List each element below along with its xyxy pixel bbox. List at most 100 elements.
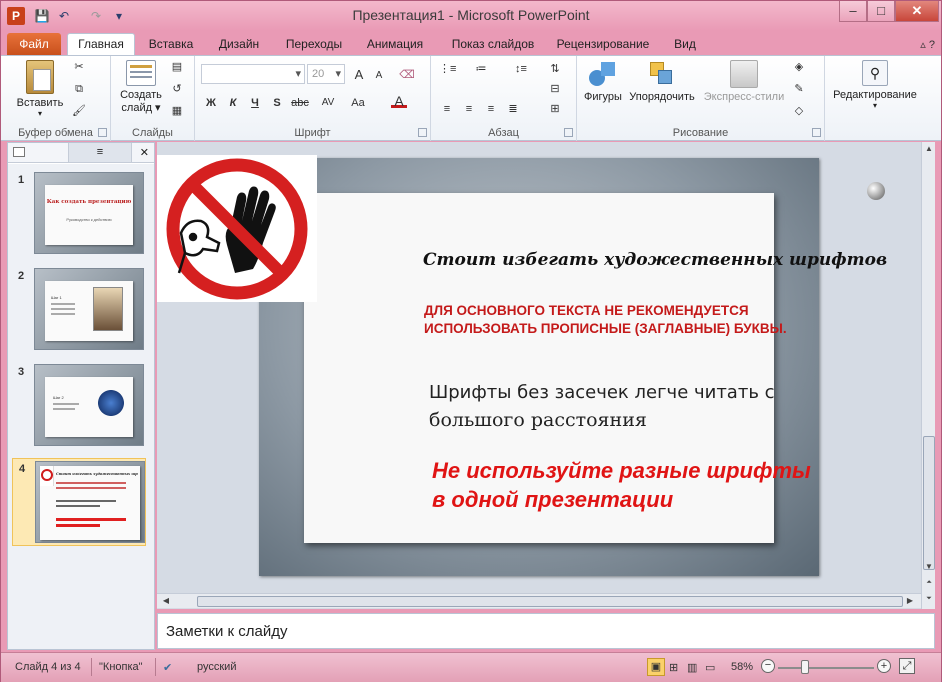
align-left-icon[interactable]: ≡ — [439, 102, 455, 116]
scroll-right-icon[interactable]: ▶ — [903, 594, 917, 608]
tab-animation[interactable]: Анимация — [361, 35, 429, 55]
tab-slideshow[interactable]: Показ слайдов — [445, 35, 541, 55]
tab-insert[interactable]: Вставка — [143, 35, 199, 55]
reset-icon[interactable]: ↺ — [169, 82, 185, 96]
layout-icon[interactable]: ▤ — [169, 60, 185, 74]
tab-file[interactable]: Файл — [7, 33, 61, 55]
scroll-down-icon[interactable]: ▼ — [922, 560, 936, 574]
align-text-icon[interactable]: ⊟ — [547, 82, 563, 96]
tab-review[interactable]: Рецензирование — [553, 35, 653, 55]
slide-sorter-icon[interactable]: ⊞ — [669, 661, 678, 674]
zoom-slider[interactable] — [778, 667, 874, 669]
text-direction-icon[interactable]: ⇅ — [547, 62, 563, 76]
slide-thumbnail-4[interactable]: 4 Стоит избегать художественных шрифтов — [12, 458, 146, 546]
slides-tab-icon[interactable] — [13, 147, 25, 157]
cut-icon[interactable]: ✂ — [71, 60, 87, 74]
font-family-dropdown-icon[interactable]: ▾ — [295, 65, 301, 83]
paste-button[interactable]: Вставить ▾ — [13, 60, 67, 118]
slideshow-view-icon[interactable]: ▭ — [705, 661, 715, 674]
paragraph-launcher-icon[interactable] — [564, 128, 573, 137]
scroll-left-icon[interactable]: ◀ — [159, 594, 173, 608]
shape-outline-icon[interactable]: ✎ — [791, 82, 807, 96]
change-case-icon[interactable]: Aa — [347, 96, 369, 110]
sans-serif-text-line-1[interactable]: Шрифты без засечек легче читать с — [429, 382, 775, 403]
close-button[interactable]: ✕ — [895, 1, 939, 22]
tab-design[interactable]: Дизайн — [213, 35, 265, 55]
theme-name[interactable]: "Кнопка" — [99, 661, 143, 673]
char-spacing-icon[interactable]: AV — [317, 96, 339, 110]
numbering-icon[interactable]: ≔ — [473, 62, 489, 76]
zoom-level[interactable]: 58% — [731, 661, 753, 673]
fit-to-window-icon[interactable]: ⤢ — [899, 658, 915, 674]
new-slide-button[interactable]: Создать слайд ▾ — [115, 60, 167, 114]
paste-dropdown-icon[interactable]: ▾ — [13, 109, 67, 118]
minimize-button[interactable]: – — [839, 1, 867, 22]
powerpoint-window: P 💾 ↶ ↷ ▾ Презентация1 - Microsoft Power… — [0, 0, 942, 682]
sans-serif-text-line-2[interactable]: большого расстояния — [429, 409, 647, 431]
slide-thumbnail-1[interactable]: 1 Как создать презентацию Руководство к … — [12, 170, 146, 258]
shape-fill-icon[interactable]: ◈ — [791, 60, 807, 74]
vertical-scrollbar[interactable]: ▲ ▼ ⏶ ⏷ — [921, 142, 935, 609]
panel-close-icon[interactable]: ✕ — [140, 146, 149, 159]
vertical-scroll-thumb[interactable] — [923, 436, 935, 570]
bold-icon[interactable]: Ж — [203, 96, 219, 110]
current-slide[interactable]: Стоит избегать художественных шрифтов ДЛ… — [259, 158, 887, 576]
font-family-field[interactable]: ▾ — [201, 64, 305, 84]
shapes-button[interactable]: Фигуры — [581, 60, 625, 103]
slide-thumbnail-3[interactable]: 3 Шаг 2 — [12, 362, 146, 450]
slide-warning-text[interactable]: Не используйте разные шрифты в одной пре… — [432, 456, 872, 514]
help-icon[interactable]: ▵ ? — [920, 38, 935, 51]
editing-button[interactable]: ⚲ Редактирование ▾ — [829, 60, 921, 110]
justify-icon[interactable]: ≣ — [505, 102, 521, 116]
reading-view-icon[interactable]: ▥ — [687, 661, 697, 674]
stop-sign-image[interactable] — [157, 155, 317, 302]
zoom-in-icon[interactable]: + — [877, 659, 891, 673]
previous-slide-icon[interactable]: ⏶ — [922, 576, 936, 590]
thumbnail-title: Шаг 1 — [51, 295, 62, 300]
arrange-button[interactable]: Упорядочить — [629, 60, 695, 103]
outline-tab-icon[interactable]: ≡ — [68, 143, 132, 162]
tab-home[interactable]: Главная — [67, 33, 135, 56]
align-center-icon[interactable]: ≡ — [461, 102, 477, 116]
spell-check-icon[interactable]: ✔ — [163, 661, 172, 674]
font-size-field[interactable]: 20 ▾ — [307, 64, 345, 84]
format-painter-icon[interactable]: 🖌 — [71, 104, 87, 118]
bullets-icon[interactable]: ⋮≡ — [439, 62, 456, 76]
language-indicator[interactable]: русский — [197, 661, 236, 673]
horizontal-scroll-thumb[interactable] — [197, 596, 903, 607]
italic-icon[interactable]: К — [225, 96, 241, 110]
font-size-dropdown-icon[interactable]: ▾ — [335, 65, 341, 83]
slide-thumbnail-2[interactable]: 2 Шаг 1 — [12, 266, 146, 354]
editing-dropdown-icon[interactable]: ▾ — [829, 101, 921, 110]
clear-format-icon[interactable]: ⌫ — [399, 68, 415, 82]
slide-caps-text[interactable]: ДЛЯ ОСНОВНОГО ТЕКСТА НЕ РЕКОМЕНДУЕТСЯ ИС… — [424, 302, 864, 338]
shrink-font-icon[interactable]: A — [371, 69, 387, 83]
maximize-button[interactable]: □ — [867, 1, 895, 22]
zoom-slider-thumb[interactable] — [801, 660, 809, 674]
zoom-out-icon[interactable]: − — [761, 659, 775, 673]
notes-pane[interactable]: Заметки к слайду — [157, 613, 935, 649]
horizontal-scrollbar[interactable]: ◀ ▶ — [157, 593, 921, 608]
clipboard-launcher-icon[interactable] — [98, 128, 107, 137]
slide-heading[interactable]: Стоит избегать художественных шрифтов — [423, 250, 887, 270]
smartart-icon[interactable]: ⊞ — [547, 102, 563, 116]
strikethrough-icon[interactable]: abc — [289, 96, 311, 110]
title-bar: P 💾 ↶ ↷ ▾ Презентация1 - Microsoft Power… — [1, 1, 941, 31]
line-spacing-icon[interactable]: ↕≡ — [513, 62, 529, 76]
shape-effects-icon[interactable]: ◇ — [791, 104, 807, 118]
copy-icon[interactable]: ⧉ — [71, 82, 87, 96]
scroll-up-icon[interactable]: ▲ — [922, 142, 936, 156]
grow-font-icon[interactable]: A — [351, 68, 367, 82]
underline-icon[interactable]: Ч — [247, 96, 263, 110]
text-shadow-icon[interactable]: S — [269, 96, 285, 110]
normal-view-icon[interactable]: ▣ — [647, 658, 665, 676]
tab-view[interactable]: Вид — [667, 35, 703, 55]
tab-transitions[interactable]: Переходы — [279, 35, 349, 55]
next-slide-icon[interactable]: ⏷ — [922, 592, 936, 606]
drawing-launcher-icon[interactable] — [812, 128, 821, 137]
font-color-icon[interactable]: A — [391, 94, 407, 108]
section-icon[interactable]: ▦ — [169, 104, 185, 118]
align-right-icon[interactable]: ≡ — [483, 102, 499, 116]
font-launcher-icon[interactable] — [418, 128, 427, 137]
quick-styles-button[interactable]: Экспресс-стили — [701, 60, 787, 103]
